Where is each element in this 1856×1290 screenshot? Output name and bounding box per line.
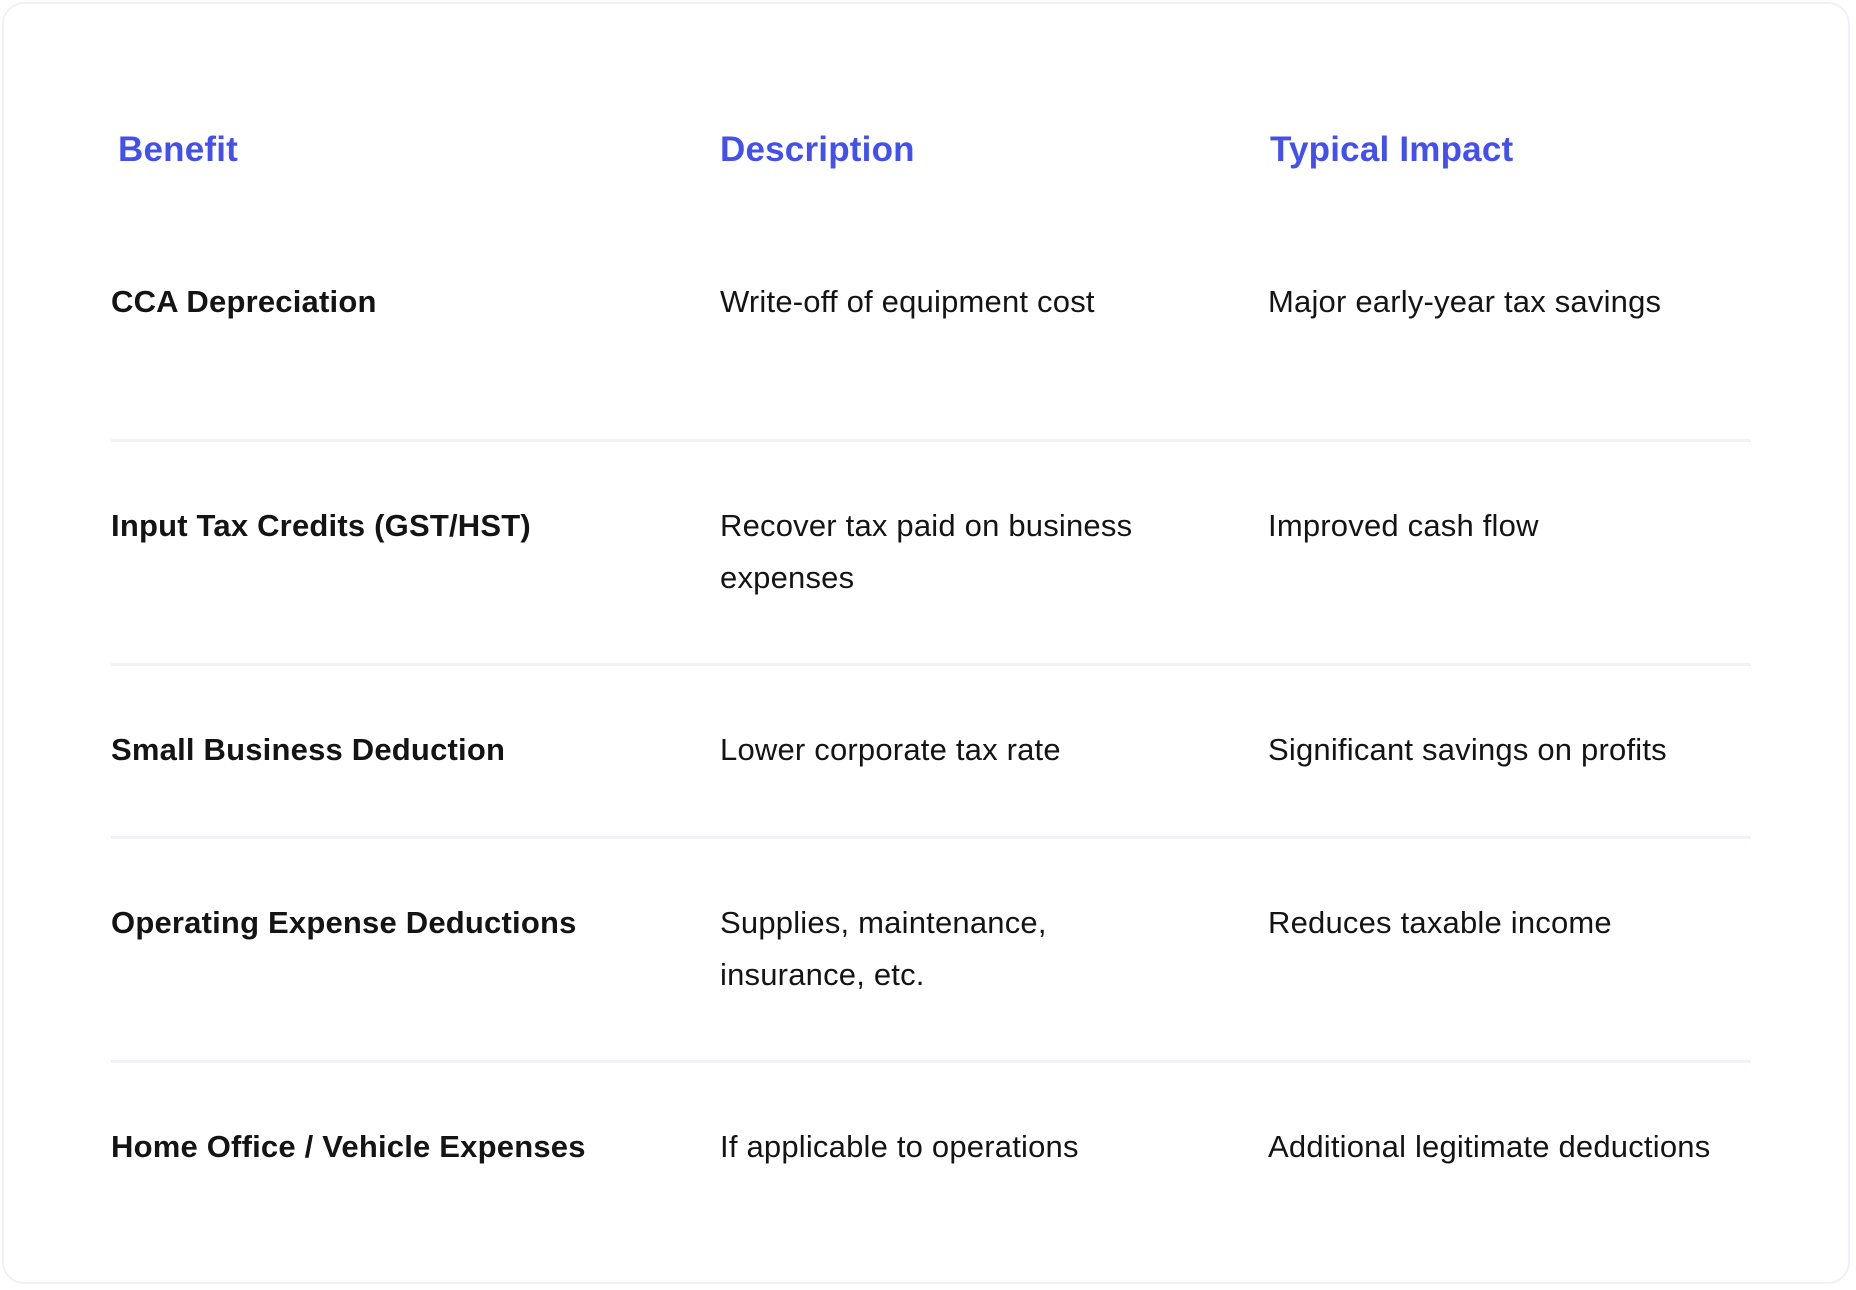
benefit-cell: Input Tax Credits (GST/HST) xyxy=(111,508,531,543)
description-cell: If applicable to operations xyxy=(720,1129,1079,1164)
description-cell: Lower corporate tax rate xyxy=(720,732,1061,767)
table-row: Small Business Deduction Lower corporate… xyxy=(111,666,1751,839)
impact-cell: Reduces taxable income xyxy=(1268,905,1612,940)
description-cell: Supplies, maintenance, insurance, etc. xyxy=(720,905,1047,992)
benefits-card: Benefit Description Typical Impact CCA D… xyxy=(2,2,1850,1284)
benefit-cell: Home Office / Vehicle Expenses xyxy=(111,1129,586,1164)
table-row: CCA Depreciation Write-off of equipment … xyxy=(111,194,1751,442)
table-header-row: Benefit Description Typical Impact xyxy=(111,104,1751,194)
header-impact: Typical Impact xyxy=(1270,130,1514,169)
table-row: Home Office / Vehicle Expenses If applic… xyxy=(111,1063,1751,1253)
impact-cell: Improved cash flow xyxy=(1268,508,1539,543)
header-benefit: Benefit xyxy=(118,130,239,169)
table-row: Operating Expense Deductions Supplies, m… xyxy=(111,839,1751,1063)
description-cell: Write-off of equipment cost xyxy=(720,284,1095,319)
impact-cell: Major early-year tax savings xyxy=(1268,284,1662,319)
benefit-cell: Small Business Deduction xyxy=(111,732,506,767)
description-cell: Recover tax paid on business expenses xyxy=(720,508,1133,595)
table-row: Input Tax Credits (GST/HST) Recover tax … xyxy=(111,442,1751,666)
header-description: Description xyxy=(720,130,915,169)
benefit-cell: Operating Expense Deductions xyxy=(111,905,577,940)
benefit-cell: CCA Depreciation xyxy=(111,284,377,319)
impact-cell: Additional legitimate deductions xyxy=(1268,1129,1711,1164)
benefits-table: Benefit Description Typical Impact CCA D… xyxy=(111,104,1751,1253)
impact-cell: Significant savings on profits xyxy=(1268,732,1667,767)
